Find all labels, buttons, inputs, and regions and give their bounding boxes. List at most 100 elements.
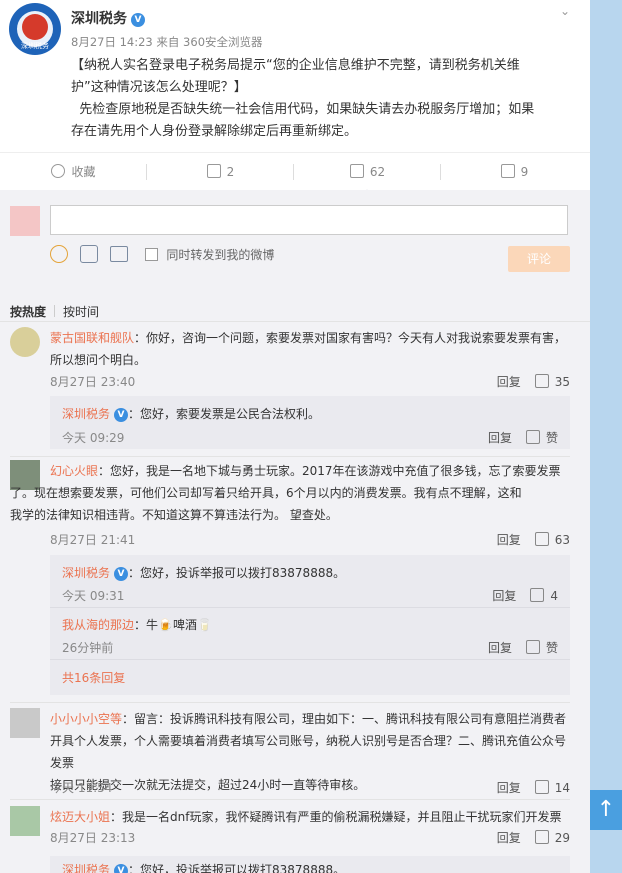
comment-text: 炫迈大小姐：我是一名dnf玩家，我怀疑腾讯有严重的偷税漏税嫌疑，并且阻止干扰玩家… — [50, 806, 570, 828]
reply-box: 深圳税务 V ：您好，投诉举报可以拨打83878888。 今天 09:31 回复 4 … — [50, 555, 570, 695]
divider — [10, 456, 570, 457]
divider — [10, 799, 570, 800]
reply-button[interactable]: 回复 — [492, 589, 516, 603]
gif-icon[interactable] — [79, 245, 98, 263]
back-to-top-button[interactable]: ↑ — [590, 790, 622, 830]
reply-body: ：您好，索要发票是公民合法权利。 — [128, 407, 321, 421]
reply-text: 深圳税务 V ：您好，投诉举报可以拨打83878888。 — [62, 563, 345, 583]
chevron-down-icon[interactable]: ⌄ — [560, 4, 570, 18]
comment-body: 开具个人发票，个人需要填着消费者填写公司账号，纳税人识别号是否合理？二、腾讯充值… — [50, 734, 567, 770]
reply-button[interactable]: 回复 — [497, 533, 521, 547]
comment-item: 幻心火眼：您好，我是一名地下城与勇士玩家。2017年在该游戏中充值了很多钱，忘了… — [10, 460, 570, 548]
comment-time: 8月27日 23:40 — [50, 375, 136, 389]
commenter-name[interactable]: 蒙古国联和舰队 — [50, 331, 134, 345]
thumbs-up-icon[interactable] — [525, 430, 540, 444]
divider — [50, 607, 570, 608]
post-line: 护”这种情况该怎么处理呢？】 — [71, 80, 247, 95]
comment-body: ：我是一名dnf玩家，我怀疑腾讯有严重的偷税漏税嫌疑，并且阻止干扰玩家们开发票 — [110, 810, 562, 824]
forward-label: 同时转发到我的微博 — [166, 247, 275, 262]
avatar-caption: 深圳税务 — [21, 42, 49, 50]
forward-checkbox[interactable] — [145, 247, 159, 261]
reply-text: 深圳税务 V ：您好，索要发票是公民合法权利。 — [62, 404, 320, 424]
commenter-avatar[interactable] — [10, 806, 40, 836]
sort-tabs: 按热度 按时间 — [10, 303, 99, 320]
post-meta: 8月27日 14:23 来自 360安全浏览器 — [71, 35, 263, 49]
reply-actions: 回复 4 — [492, 587, 558, 604]
thumbs-up-icon — [500, 164, 515, 178]
post-line: 存在请先用个人身份登录解除绑定后再重新绑定。 — [71, 124, 358, 139]
verified-icon: V — [131, 13, 145, 27]
reply-button[interactable]: 回复 — [497, 831, 521, 845]
reply-text: 我从海的那边：牛🍺啤酒🥛 — [62, 615, 212, 635]
author-name[interactable]: 深圳税务 V — [71, 8, 145, 28]
verified-icon: V — [114, 864, 129, 873]
like-count: 14 — [554, 781, 570, 795]
comment-time: 今天 11:54 — [50, 781, 113, 795]
commenter-name[interactable]: 小小小小空等 — [50, 712, 122, 726]
author-name-text[interactable]: 深圳税务 — [71, 11, 127, 27]
thumbs-up-icon[interactable] — [534, 830, 549, 844]
replier-name[interactable]: 深圳税务 — [62, 566, 110, 580]
reply-time: 今天 09:31 — [62, 589, 125, 603]
reply-button[interactable]: 回复 — [488, 641, 512, 655]
comment-icon — [349, 164, 364, 178]
sort-by-hot[interactable]: 按热度 — [10, 305, 46, 319]
divider — [10, 702, 570, 703]
comment-actions: 回复 29 — [497, 829, 570, 846]
thumbs-up-icon[interactable] — [530, 588, 545, 602]
more-replies-link[interactable]: 共16条回复 — [62, 669, 125, 686]
reply-box: 深圳税务 V ：您好，索要发票是公民合法权利。 今天 09:29 回复 赞 — [50, 396, 570, 449]
reply-button[interactable]: 回复 — [497, 375, 521, 389]
comment-body: 我学的法律知识相违背。不知道这算不算违法行为。 望查处。 — [10, 508, 338, 522]
commenter-avatar[interactable] — [10, 327, 40, 357]
image-icon[interactable] — [109, 246, 128, 262]
comment-time: 8月27日 23:13 — [50, 831, 136, 845]
sort-by-time[interactable]: 按时间 — [63, 305, 99, 319]
thumbs-up-icon[interactable] — [534, 780, 549, 794]
verified-icon: V — [114, 567, 129, 581]
post-line: 【纳税人实名登录电子税务局提示“您的企业信息维护不完整，请到税务机关维 — [71, 58, 520, 73]
comment-item: 炫迈大小姐：我是一名dnf玩家，我怀疑腾讯有严重的偷税漏税嫌疑，并且阻止干扰玩家… — [10, 806, 570, 850]
post-line: 先检查原地税是否缺失统一社会信用代码，如果缺失请去办税服务厅增加；如果 — [71, 102, 535, 117]
reply-time: 今天 09:29 — [62, 431, 125, 445]
thumbs-up-icon[interactable] — [525, 640, 540, 654]
like-button[interactable]: 9 — [441, 153, 588, 191]
comment-actions: 回复 35 — [497, 373, 570, 390]
replier-name[interactable]: 深圳税务 — [62, 407, 110, 421]
commenter-name[interactable]: 炫迈大小姐 — [50, 810, 110, 824]
compose-tools: 同时转发到我的微博 — [50, 245, 274, 265]
comment-body: 所以想问个明白。 — [50, 353, 147, 367]
reply-body: ：您好，投诉举报可以拨打83878888。 — [128, 566, 346, 580]
thumbs-up-icon[interactable] — [534, 374, 549, 388]
right-scroll-rail — [590, 0, 622, 873]
share-button[interactable]: 2 — [147, 153, 294, 191]
thumbs-up-icon[interactable] — [534, 532, 549, 546]
commenter-name[interactable]: 幻心火眼 — [50, 464, 98, 478]
comment-input[interactable] — [50, 205, 568, 235]
comment-text: 小小小小空等：留言：投诉腾讯科技有限公司，理由如下：一、腾讯科技有限公司有意阻拦… — [50, 708, 570, 796]
divider — [50, 659, 570, 660]
submit-comment-button[interactable]: 评论 — [508, 246, 570, 272]
reply-button[interactable]: 回复 — [497, 781, 521, 795]
favorite-button[interactable]: 收藏 — [0, 153, 147, 191]
comment-body: 接口只能提交一次就无法提交，超过24小时一直等待审核。 — [50, 778, 366, 792]
like-count: 29 — [554, 831, 570, 845]
star-icon — [51, 164, 66, 178]
comment-actions: 回复 63 — [497, 531, 570, 548]
divider — [54, 305, 56, 317]
comment-count: 62 — [369, 165, 386, 179]
reply-button[interactable]: 回复 — [488, 431, 512, 445]
arrow-up-icon: ↑ — [596, 797, 616, 822]
my-avatar — [10, 206, 40, 236]
comment-item: 蒙古国联和舰队：你好，咨询一个问题，索要发票对国家有害吗？今天有人对我说索要发票… — [10, 327, 570, 390]
replier-name[interactable]: 我从海的那边 — [62, 618, 134, 632]
author-avatar[interactable]: 深圳税务 — [9, 3, 61, 55]
reply-actions: 回复 赞 — [488, 639, 558, 656]
comment-button[interactable]: 62 — [294, 153, 441, 191]
emoji-icon[interactable] — [50, 245, 68, 263]
comment-body: ：留言：投诉腾讯科技有限公司，理由如下：一、腾讯科技有限公司有意阻拦消费者 — [122, 712, 567, 726]
commenter-avatar[interactable] — [10, 708, 40, 738]
replier-name[interactable]: 深圳税务 — [62, 863, 110, 873]
favorite-label: 收藏 — [71, 165, 96, 179]
comment-time: 8月27日 21:41 — [50, 533, 136, 547]
